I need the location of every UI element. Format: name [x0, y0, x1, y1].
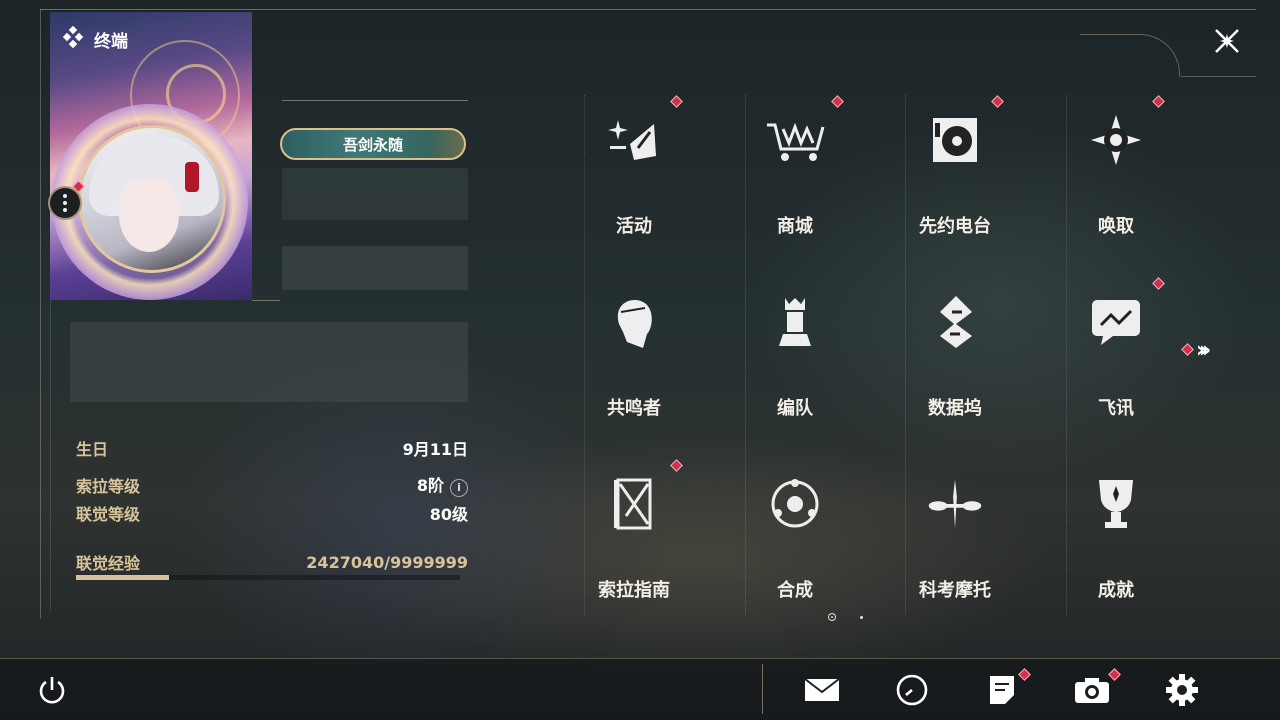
- menu-item[interactable]: 飞讯: [1056, 282, 1176, 422]
- menu-item-label: 先约电台: [919, 216, 991, 237]
- title-text: 终端: [94, 32, 128, 52]
- chess-team-icon: [765, 292, 825, 352]
- stat-label: 联觉等级: [76, 505, 141, 524]
- stat-value: 9月11日: [402, 440, 468, 459]
- info-icon[interactable]: i: [450, 479, 468, 497]
- menu-item[interactable]: 活动: [574, 100, 694, 240]
- stat-union-level: 联觉等级 80级: [76, 501, 468, 525]
- avatar-bow: [185, 162, 199, 192]
- menu-item[interactable]: 数据坞: [895, 282, 1015, 422]
- page-indicator: [828, 613, 863, 621]
- chat-message-icon: [1086, 292, 1146, 352]
- menu-item[interactable]: 编队: [735, 282, 855, 422]
- menu-item[interactable]: 成就: [1056, 464, 1176, 604]
- menu-item-label: 合成: [777, 580, 813, 601]
- next-page-badge: [1181, 343, 1194, 356]
- stat-label: 索拉等级: [76, 476, 141, 496]
- menu-item-label: 索拉指南: [598, 580, 670, 601]
- blurred-name: [282, 168, 468, 220]
- avatar-face: [119, 178, 179, 252]
- menu-item-label: 飞讯: [1098, 398, 1134, 419]
- menu-item[interactable]: 共鸣者: [574, 282, 694, 422]
- shop-cart-icon: [765, 110, 825, 170]
- diamond-cluster-icon: [62, 25, 84, 53]
- stat-label: 生日: [76, 440, 109, 459]
- frame-top-line: [40, 9, 1256, 10]
- stat-value-wrap: 8阶 i: [417, 472, 468, 497]
- stat-value: 8阶: [416, 476, 444, 495]
- radio-turntable-icon: [925, 110, 985, 170]
- title-plate[interactable]: 吾剑永随: [280, 128, 466, 160]
- sparkle-activity-icon: [604, 110, 664, 170]
- menu-item[interactable]: 唤取: [1056, 100, 1176, 240]
- motorbike-icon: [925, 474, 985, 534]
- stat-value: 2427040/9999999: [306, 552, 468, 572]
- menu-item[interactable]: 索拉指南: [574, 464, 694, 604]
- menu-item-label: 商城: [777, 216, 813, 237]
- page-title: 终端: [62, 25, 128, 53]
- frame-arc: [1080, 34, 1180, 76]
- stat-sola-level: 索拉等级 8阶 i: [76, 472, 468, 497]
- stat-value: 80级: [429, 505, 468, 524]
- page-dot[interactable]: [860, 615, 863, 619]
- power-icon[interactable]: [32, 672, 72, 708]
- avatar[interactable]: [78, 125, 226, 273]
- frame-arc-line: [1180, 76, 1256, 77]
- menu-item[interactable]: 先约电台: [895, 100, 1015, 240]
- character-head-icon: [604, 292, 664, 352]
- stat-union-exp: 联觉经验 2427040/9999999: [76, 550, 468, 574]
- stat-birthday: 生日 9月11日: [76, 436, 468, 460]
- page-dot-active[interactable]: [828, 613, 836, 621]
- menu-item-label: 编队: [777, 398, 813, 419]
- more-options-button[interactable]: [48, 186, 82, 220]
- trophy-icon: [1086, 474, 1146, 534]
- menu-item[interactable]: 商城: [735, 100, 855, 240]
- exp-progress-bar: [76, 575, 460, 580]
- menu-item-label: 科考摩托: [919, 580, 991, 601]
- compass-summon-icon: [1086, 110, 1146, 170]
- menu-item-label: 活动: [616, 216, 652, 237]
- stat-label: 联觉经验: [76, 554, 141, 573]
- blurred-signature: [70, 322, 468, 402]
- synthesis-icon: [765, 474, 825, 534]
- blurred-uid: [282, 246, 468, 290]
- next-page-arrow-icon[interactable]: ›››: [1196, 338, 1211, 363]
- title-plate-text: 吾剑永随: [342, 135, 403, 154]
- exp-progress-fill: [76, 575, 170, 580]
- guide-book-icon: [604, 474, 664, 534]
- divider: [252, 300, 280, 301]
- divider: [282, 100, 468, 101]
- menu-item[interactable]: 合成: [735, 464, 855, 604]
- settings-gear-icon[interactable]: [1162, 672, 1202, 708]
- mail-icon[interactable]: [802, 672, 842, 708]
- bottom-divider: [762, 664, 763, 714]
- menu-item-label: 数据坞: [928, 398, 982, 419]
- clock-icon[interactable]: [892, 672, 932, 708]
- menu-item-label: 唤取: [1098, 216, 1134, 237]
- close-star-icon[interactable]: [1208, 22, 1246, 60]
- notes-icon[interactable]: [982, 672, 1022, 708]
- frame-left-line: [40, 9, 41, 619]
- menu-item-label: 共鸣者: [607, 398, 661, 419]
- menu-item-label: 成就: [1098, 580, 1134, 601]
- camera-icon[interactable]: [1072, 672, 1112, 708]
- menu-item[interactable]: 科考摩托: [895, 464, 1015, 604]
- data-dock-icon: [925, 292, 985, 352]
